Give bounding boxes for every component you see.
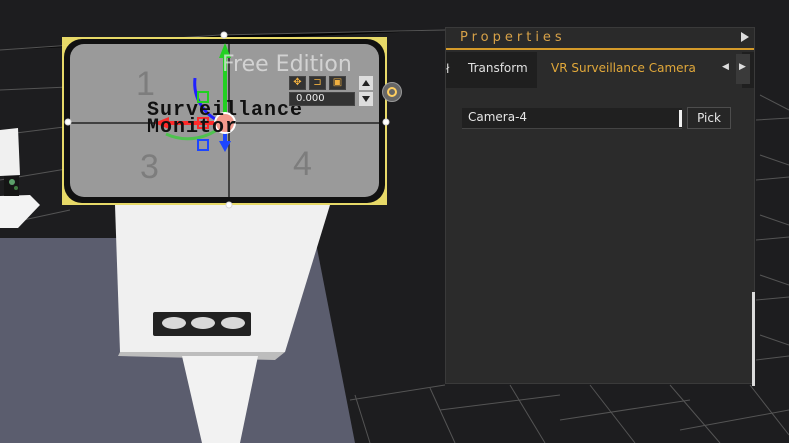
properties-tabs: ł Transform VR Surveillance Camera ◀ ▶: [446, 52, 754, 88]
screen-number-1: 1: [136, 65, 155, 103]
properties-panel: Properties ł Transform VR Surveillance C…: [445, 27, 755, 386]
camera-field-value: Camera-4: [468, 110, 528, 124]
up-arrow-icon[interactable]: [359, 76, 373, 90]
panel-scrollbar[interactable]: [752, 292, 755, 386]
screen-number-3: 3: [140, 148, 159, 186]
down-arrow-icon[interactable]: [359, 92, 373, 106]
free-edition-watermark: Free Edition: [222, 52, 352, 77]
pick-button[interactable]: Pick: [687, 107, 731, 129]
camera-select-field[interactable]: Camera-4: [462, 108, 682, 129]
camera-badge-icon[interactable]: [382, 82, 402, 102]
rotate-tool-icon[interactable]: ⊐: [309, 76, 326, 90]
transform-value-field[interactable]: 0.000: [289, 92, 355, 106]
monitor-logo-text: Surveillance Monitor: [147, 99, 304, 139]
tab-transform[interactable]: Transform: [468, 61, 528, 75]
collapse-right-icon[interactable]: [741, 32, 749, 42]
move-tool-icon[interactable]: ✥: [289, 76, 306, 90]
panel-title: Properties: [460, 30, 566, 45]
tab-left-icon[interactable]: ◀: [722, 62, 729, 72]
screen-number-4: 4: [293, 145, 312, 183]
text-caret: [679, 110, 682, 127]
tab-vr-surveillance-camera[interactable]: VR Surveillance Camera: [551, 61, 696, 75]
scale-tool-icon[interactable]: ▣: [329, 76, 346, 90]
tab-right-icon[interactable]: ▶: [739, 62, 746, 72]
transform-toolbar[interactable]: ✥ ⊐ ▣ 0.000: [289, 76, 379, 108]
properties-titlebar: Properties: [446, 28, 754, 50]
tab-left-icon[interactable]: ł: [446, 62, 449, 76]
